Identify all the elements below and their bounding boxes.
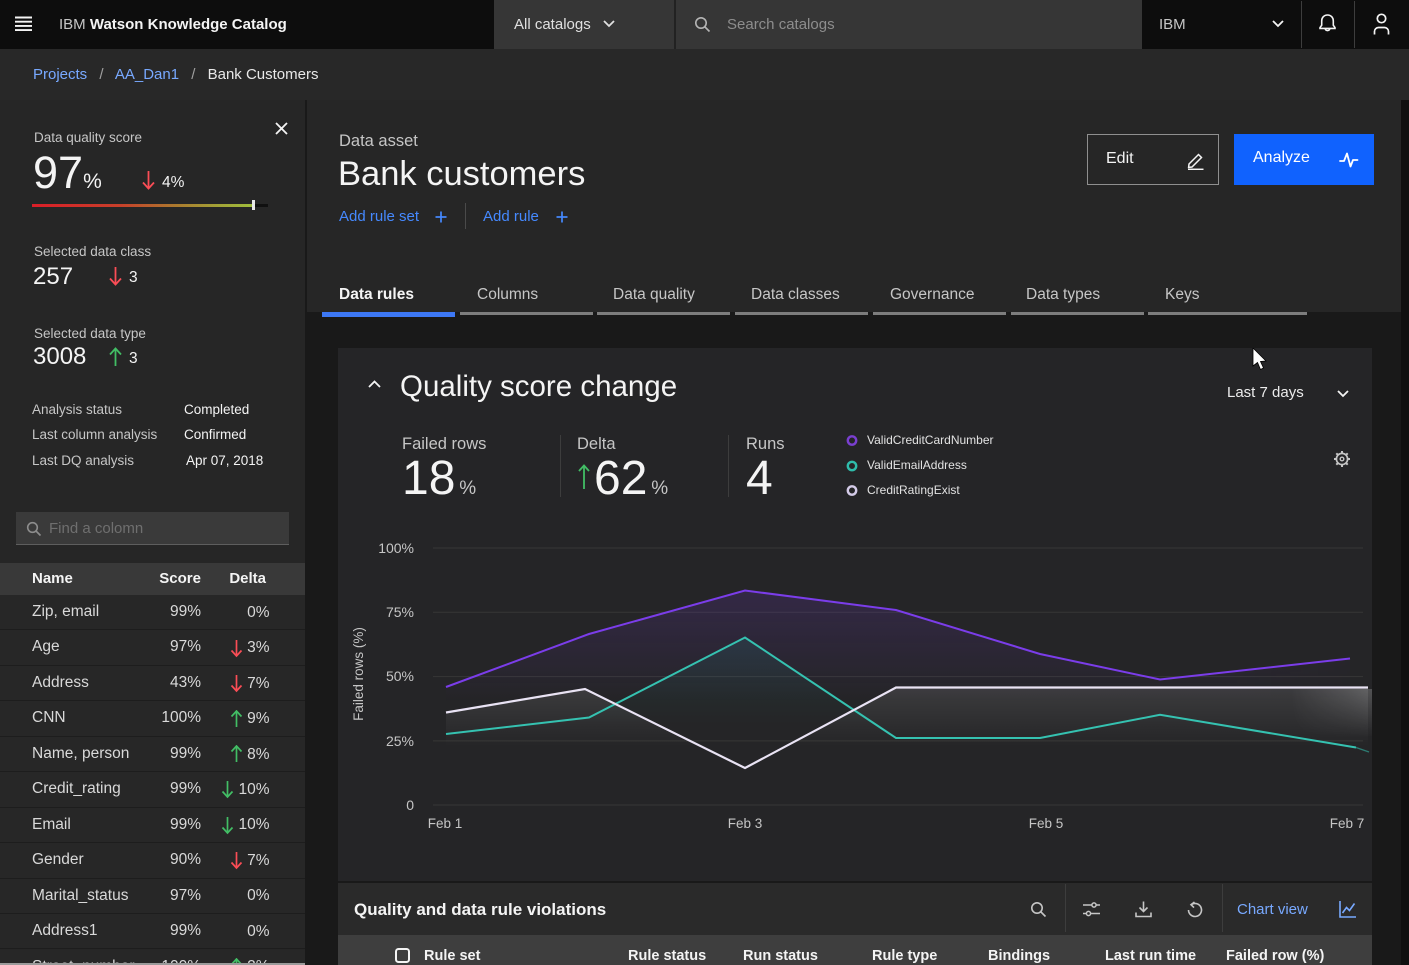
svg-text:Feb 3: Feb 3: [728, 816, 763, 831]
svg-text:50%: 50%: [386, 668, 414, 684]
svg-text:Failed rows (%): Failed rows (%): [351, 627, 366, 721]
svg-text:Feb 1: Feb 1: [428, 816, 463, 831]
svg-text:Feb 5: Feb 5: [1029, 816, 1064, 831]
svg-text:0: 0: [406, 797, 414, 813]
svg-text:25%: 25%: [386, 733, 414, 749]
svg-text:75%: 75%: [386, 604, 414, 620]
svg-text:100%: 100%: [378, 540, 414, 556]
svg-text:Feb 7: Feb 7: [1330, 816, 1365, 831]
